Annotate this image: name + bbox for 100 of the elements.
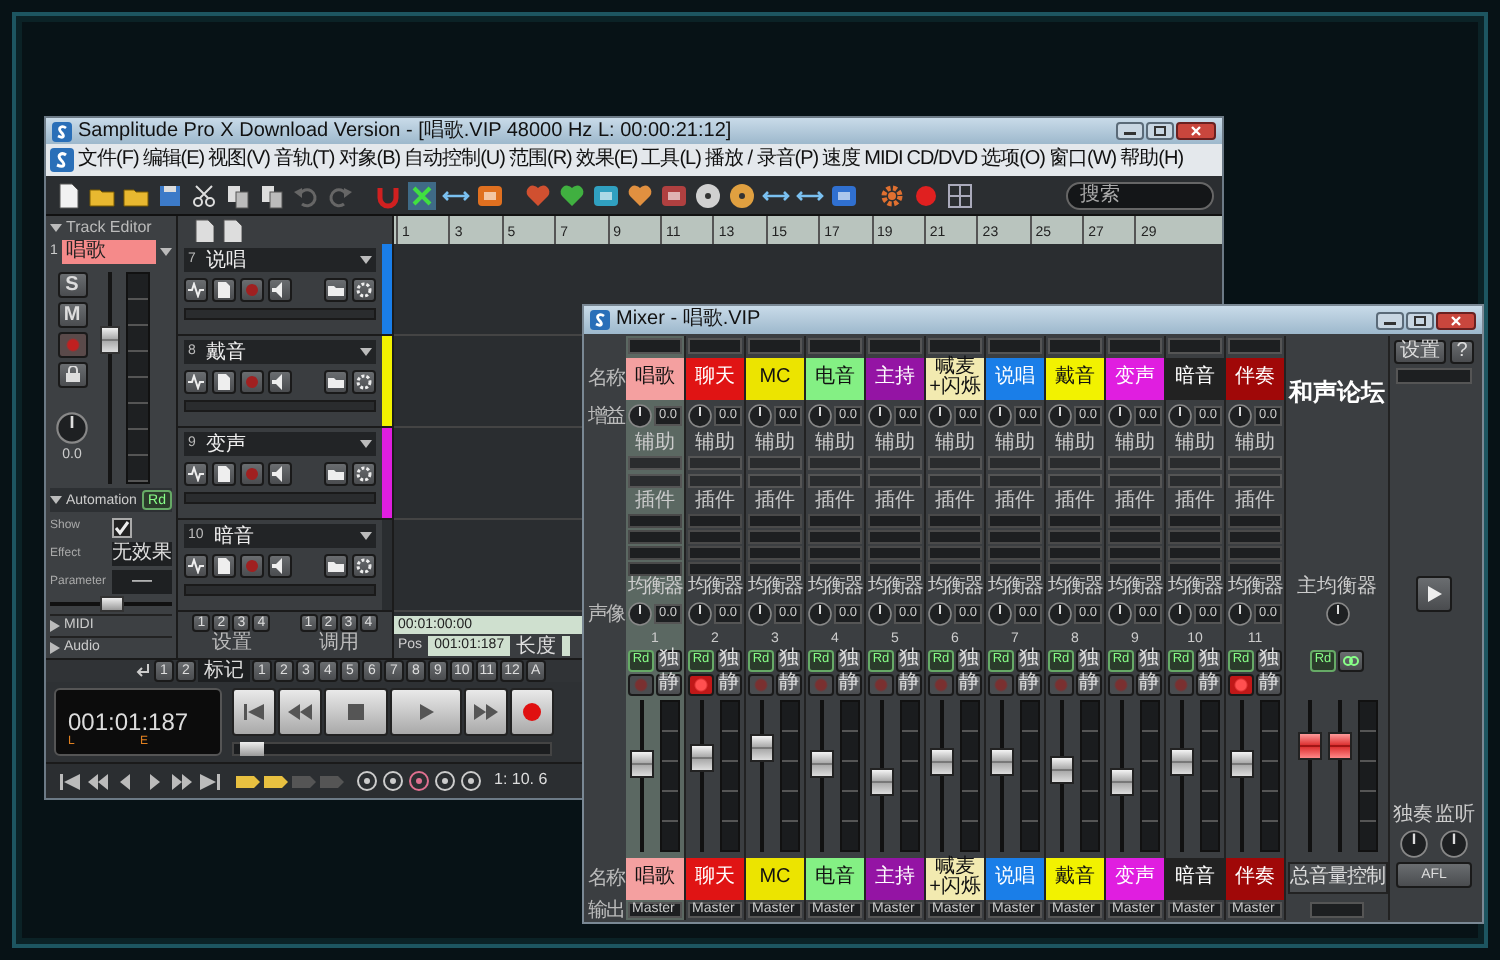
pan-knob[interactable] — [1168, 602, 1193, 626]
send-slider[interactable] — [988, 474, 1042, 488]
rewind-button[interactable] — [278, 688, 322, 736]
fader-thumb[interactable] — [750, 734, 774, 763]
knob[interactable] — [1400, 830, 1428, 858]
menu-item[interactable]: 对象(B) — [338, 148, 401, 172]
send-slider[interactable] — [1108, 456, 1162, 470]
pan-knob[interactable] — [1048, 602, 1073, 626]
gain-knob[interactable] — [1228, 404, 1253, 428]
gain-knob[interactable] — [628, 404, 653, 428]
insert-slot[interactable] — [628, 529, 682, 543]
caret-icon[interactable] — [360, 438, 372, 450]
fader-thumb[interactable] — [810, 749, 834, 778]
mute-button[interactable]: M — [57, 301, 87, 328]
solo-button[interactable]: 独 — [1076, 649, 1102, 671]
menu-item[interactable]: 视图(V) — [208, 148, 270, 172]
menu-item[interactable]: 速度 — [822, 148, 861, 172]
pan-knob[interactable] — [868, 602, 893, 626]
insert-slot[interactable] — [628, 513, 682, 527]
caret-icon[interactable] — [360, 346, 372, 358]
solo-button[interactable]: 独 — [956, 649, 982, 671]
send-slider[interactable] — [928, 474, 982, 488]
knob[interactable] — [1440, 830, 1468, 858]
disc-icon[interactable] — [728, 181, 756, 209]
fader-thumb[interactable] — [1230, 749, 1254, 778]
folder-button[interactable] — [324, 554, 348, 578]
gear-icon[interactable] — [878, 181, 906, 209]
solo-button[interactable]: 独 — [716, 649, 742, 671]
target-icon[interactable] — [434, 770, 456, 792]
fader-thumb[interactable] — [870, 768, 894, 797]
send-slider[interactable] — [748, 456, 802, 470]
gain-knob[interactable] — [1048, 404, 1073, 428]
show-checkbox[interactable] — [112, 517, 132, 538]
menu-item[interactable]: 选项(O) — [981, 148, 1046, 172]
record-button[interactable] — [510, 688, 554, 736]
pan-knob[interactable] — [56, 411, 88, 444]
double-right-icon[interactable] — [170, 771, 194, 791]
menu-item[interactable]: 文件(F) — [78, 148, 139, 172]
gear-button[interactable] — [352, 278, 376, 302]
maximize-icon[interactable] — [1406, 311, 1434, 329]
target-icon[interactable] — [356, 770, 378, 792]
mute-button[interactable]: 静 — [656, 673, 682, 695]
solo-button[interactable]: 独 — [1016, 649, 1042, 671]
copy-icon[interactable] — [258, 181, 286, 209]
channel-fader[interactable] — [750, 700, 774, 852]
channel-fader[interactable] — [930, 700, 954, 852]
fader-thumb[interactable] — [990, 747, 1014, 776]
copy-icon[interactable] — [224, 181, 252, 209]
target-icon[interactable] — [382, 770, 404, 792]
input-dropdown[interactable] — [1228, 338, 1282, 354]
send-slider[interactable] — [1048, 456, 1102, 470]
menu-item[interactable]: 编辑(E) — [142, 148, 205, 172]
return-arrow-icon[interactable] — [134, 662, 152, 680]
send-slider[interactable] — [1228, 474, 1282, 488]
fader-thumb[interactable] — [1297, 731, 1321, 759]
gear-button[interactable] — [352, 370, 376, 394]
wave-button[interactable] — [184, 278, 208, 302]
menu-item[interactable]: 自动控制(U) — [404, 148, 505, 172]
input-dropdown[interactable] — [988, 338, 1042, 354]
channel-fader[interactable] — [870, 700, 894, 852]
scissors-icon[interactable] — [190, 181, 218, 209]
mute-button[interactable]: 静 — [836, 673, 862, 695]
send-slider[interactable] — [1048, 474, 1102, 488]
gain-knob[interactable] — [928, 404, 953, 428]
send-slider[interactable] — [808, 474, 862, 488]
close-icon[interactable] — [1176, 122, 1216, 140]
solo-button[interactable]: S — [57, 271, 87, 298]
skip-start-button[interactable] — [232, 688, 276, 736]
channel-fader[interactable] — [1230, 700, 1254, 852]
caret-icon[interactable] — [160, 246, 172, 259]
speaker-button[interactable] — [268, 554, 292, 578]
pan-knob[interactable] — [628, 602, 653, 626]
gain-knob[interactable] — [868, 404, 893, 428]
gain-knob[interactable] — [688, 404, 713, 428]
heart-icon[interactable] — [524, 181, 552, 209]
automation-slider[interactable] — [50, 596, 172, 613]
speaker-button[interactable] — [268, 278, 292, 302]
caret-icon[interactable] — [360, 254, 372, 266]
fader-thumb[interactable] — [690, 743, 714, 772]
mute-button[interactable]: 静 — [776, 673, 802, 695]
record-button[interactable] — [1228, 673, 1254, 695]
pan-knob[interactable] — [748, 602, 773, 626]
insert-slot[interactable] — [628, 545, 682, 559]
maximize-icon[interactable] — [1146, 122, 1174, 140]
page-button[interactable] — [212, 370, 236, 394]
heart-icon[interactable] — [626, 181, 654, 209]
channel-fader[interactable] — [690, 700, 714, 852]
track-name-field[interactable]: 唱歌 — [61, 240, 156, 265]
heart-icon[interactable] — [558, 181, 586, 209]
mute-button[interactable]: 静 — [896, 673, 922, 695]
badge-icon[interactable] — [476, 181, 504, 209]
gain-knob[interactable] — [748, 404, 773, 428]
solo-button[interactable]: 独 — [1256, 649, 1282, 671]
folder-button[interactable] — [324, 278, 348, 302]
speaker-button[interactable] — [268, 370, 292, 394]
menu-item[interactable]: CD/DVD — [906, 148, 978, 172]
solo-button[interactable]: 独 — [1136, 649, 1162, 671]
send-slider[interactable] — [1228, 456, 1282, 470]
mute-button[interactable]: 静 — [1076, 673, 1102, 695]
wave-button[interactable] — [184, 370, 208, 394]
